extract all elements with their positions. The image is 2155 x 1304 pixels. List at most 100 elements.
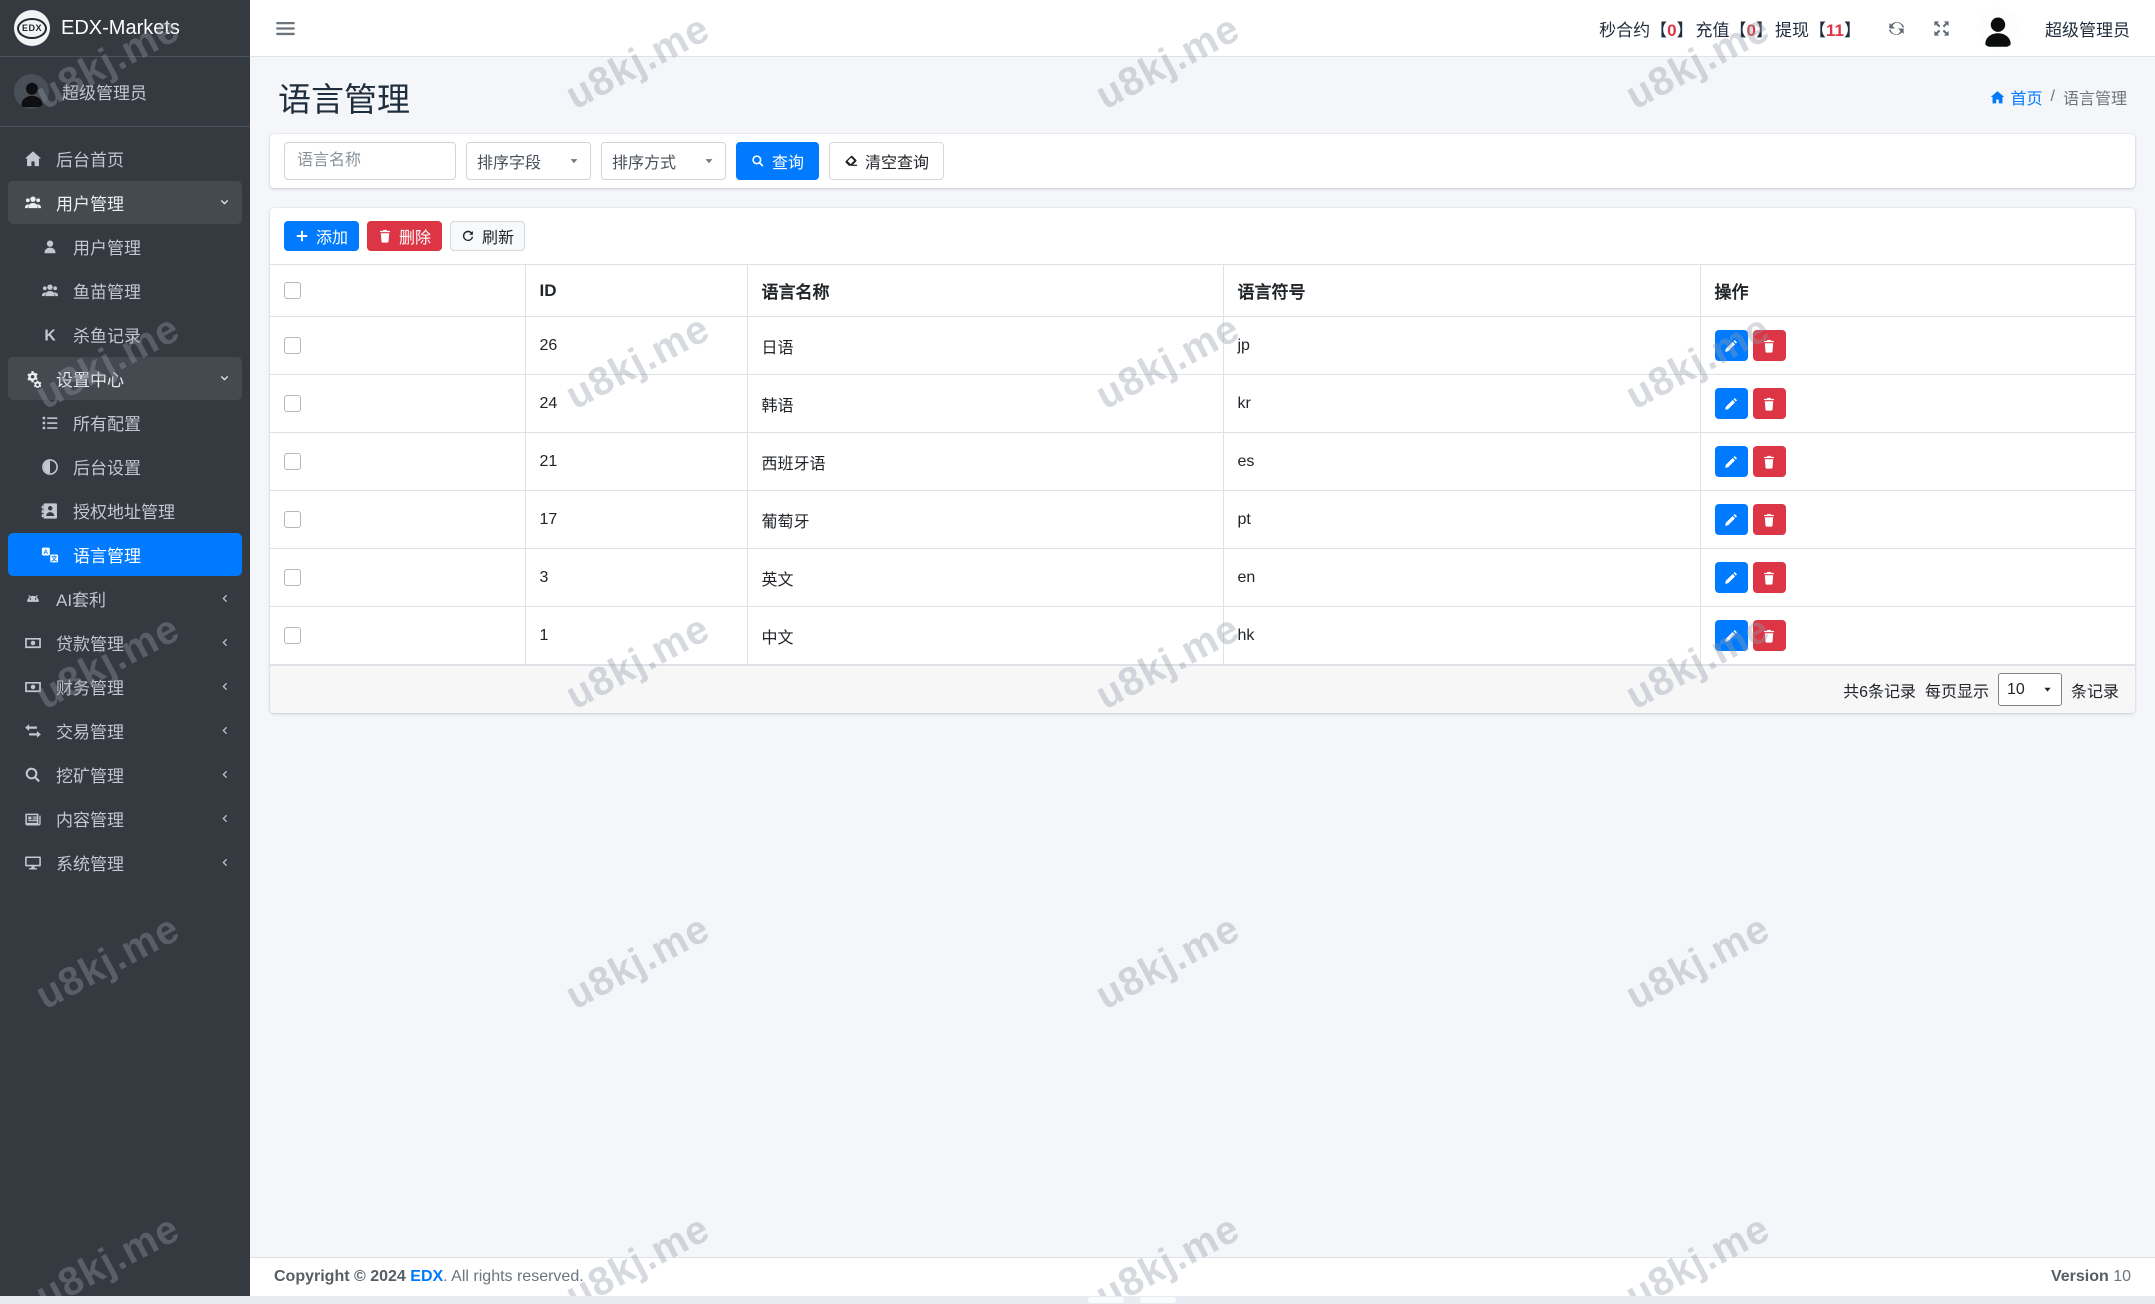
cell-language-code: hk (1223, 606, 1701, 665)
sort-field-select[interactable]: 排序字段 (466, 142, 591, 180)
refresh-button[interactable]: 刷新 (450, 221, 526, 251)
sidebar-subitem-label: 授权地址管理 (73, 503, 175, 522)
chevron-left-icon (216, 724, 232, 737)
delete-row-button[interactable] (1752, 504, 1786, 535)
user-panel: 超级管理员 (0, 57, 250, 127)
sidebar-item-内容管理[interactable]: 内容管理 (8, 797, 242, 840)
topbar: 秒合约【0】 充值【0】 提现【11】 超级管理员 (250, 0, 2155, 57)
strip-pill (1140, 1297, 1176, 1303)
row-checkbox[interactable] (284, 395, 301, 412)
sidebar-subitem-label: 用户管理 (73, 239, 141, 258)
add-button[interactable]: 添加 (284, 221, 360, 251)
chevron-left-icon (216, 636, 232, 649)
edit-row-button[interactable] (1714, 388, 1748, 419)
sidebar-subitem-所有配置[interactable]: 所有配置 (8, 401, 242, 444)
cell-language-name: 韩语 (747, 374, 1224, 433)
sidebar-item-用户管理[interactable]: 用户管理 (8, 181, 242, 224)
content-header: 语言管理 首页 / 语言管理 (270, 57, 2135, 134)
table-card: 添加 删除 刷新 ID 语言名称 语言符号 操作 26 日语 jp 24 韩语 … (270, 208, 2135, 713)
cell-language-code: es (1223, 432, 1701, 491)
sort-order-select[interactable]: 排序方式 (601, 142, 726, 180)
row-checkbox[interactable] (284, 627, 301, 644)
trash-icon (1762, 455, 1776, 469)
cell-language-name: 中文 (747, 606, 1224, 665)
pagination-bar: 共6条记录 每页显示 10 条记录 (270, 665, 2135, 713)
cell-id: 17 (525, 490, 748, 549)
brand-text: EDX-Markets (61, 16, 180, 39)
row-checkbox[interactable] (284, 337, 301, 354)
caret-down-icon (568, 155, 580, 167)
sidebar-item-贷款管理[interactable]: 贷款管理 (8, 621, 242, 664)
sidebar-subitem-label: 语言管理 (73, 547, 141, 566)
hamburger-menu-icon[interactable] (275, 18, 296, 39)
per-page-select[interactable]: 10 (1997, 673, 2062, 706)
sidebar-subitem-杀鱼记录[interactable]: K 杀鱼记录 (8, 313, 242, 356)
sidebar-subitem-鱼苗管理[interactable]: 鱼苗管理 (8, 269, 242, 312)
edit-row-button[interactable] (1714, 446, 1748, 477)
topbar-avatar[interactable] (1977, 7, 2019, 49)
android-icon (18, 590, 48, 608)
sidebar-subitem-授权地址管理[interactable]: 授权地址管理 (8, 489, 242, 532)
pencil-icon (1724, 339, 1738, 353)
sidebar: EDX EDX-Markets 超级管理员 后台首页 用户管理 用户管理 鱼苗管理 K 杀… (0, 0, 250, 1304)
pagination-suffix: 条记录 (2070, 683, 2119, 701)
cell-language-name: 葡萄牙 (747, 490, 1224, 549)
row-checkbox[interactable] (284, 453, 301, 470)
search-button[interactable]: 查询 (736, 142, 820, 180)
pencil-icon (1724, 513, 1738, 527)
sidebar-item-后台首页[interactable]: 后台首页 (8, 137, 242, 180)
adjust-icon (35, 458, 65, 476)
language-table: ID 语言名称 语言符号 操作 26 日语 jp 24 韩语 kr 21 西班牙语 es 17 葡萄… (270, 264, 2135, 665)
cell-id: 1 (525, 606, 748, 665)
delete-row-button[interactable] (1752, 388, 1786, 419)
stat-提现: 提现【11】 (1775, 20, 1861, 40)
version-text: Version 10 (2050, 1268, 2131, 1285)
fullscreen-icon[interactable] (1932, 19, 1951, 38)
breadcrumb-home-link[interactable]: 首页 (1990, 85, 2043, 109)
sidebar-item-系统管理[interactable]: 系统管理 (8, 841, 242, 884)
cell-id: 24 (525, 374, 748, 433)
language-name-input[interactable] (284, 142, 456, 180)
edit-row-button[interactable] (1714, 562, 1748, 593)
plus-icon (295, 229, 309, 243)
user-icon (35, 238, 65, 256)
copyright-text: Copyright © 2024 EDX. All rights reserve… (274, 1268, 584, 1285)
sidebar-item-设置中心[interactable]: 设置中心 (8, 357, 242, 400)
pagination-per-page-label: 每页显示 (1924, 683, 1989, 701)
edit-row-button[interactable] (1714, 330, 1748, 361)
sidebar-item-财务管理[interactable]: 财务管理 (8, 665, 242, 708)
svg-text:A: A (44, 548, 49, 555)
sidebar-item-label: 交易管理 (56, 723, 124, 742)
edit-row-button[interactable] (1714, 504, 1748, 535)
select-all-checkbox[interactable] (284, 282, 301, 299)
refresh-icon[interactable] (1887, 19, 1906, 38)
cell-language-name: 英文 (747, 548, 1224, 607)
home-icon (18, 150, 48, 168)
delete-row-button[interactable] (1752, 562, 1786, 593)
delete-row-button[interactable] (1752, 330, 1786, 361)
footer-brand[interactable]: EDX (410, 1268, 443, 1285)
sidebar-item-AI套利[interactable]: AI套利 (8, 577, 242, 620)
row-checkbox[interactable] (284, 569, 301, 586)
cell-language-code: jp (1223, 316, 1701, 375)
language-icon: A文 (35, 546, 65, 564)
trash-icon (1762, 339, 1776, 353)
column-header-name: 语言名称 (747, 264, 1224, 317)
clear-search-button[interactable]: 清空查询 (829, 142, 945, 180)
cell-language-code: en (1223, 548, 1701, 607)
caret-down-icon (2042, 684, 2053, 695)
brand[interactable]: EDX EDX-Markets (0, 0, 250, 57)
sidebar-subitem-用户管理[interactable]: 用户管理 (8, 225, 242, 268)
table-row: 3 英文 en (270, 548, 2135, 607)
edit-row-button[interactable] (1714, 620, 1748, 651)
table-row: 17 葡萄牙 pt (270, 490, 2135, 549)
sidebar-item-交易管理[interactable]: 交易管理 (8, 709, 242, 752)
delete-button[interactable]: 删除 (367, 221, 443, 251)
address-book-icon (35, 502, 65, 520)
delete-row-button[interactable] (1752, 446, 1786, 477)
sidebar-subitem-语言管理[interactable]: A 文语言管理 (8, 533, 242, 576)
row-checkbox[interactable] (284, 511, 301, 528)
delete-row-button[interactable] (1752, 620, 1786, 651)
sidebar-subitem-后台设置[interactable]: 后台设置 (8, 445, 242, 488)
sidebar-item-挖矿管理[interactable]: 挖矿管理 (8, 753, 242, 796)
